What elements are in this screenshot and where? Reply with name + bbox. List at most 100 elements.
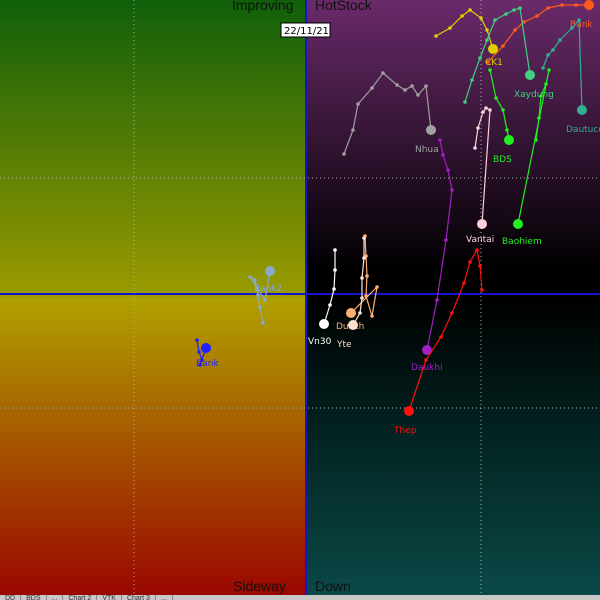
series-label: BDS [493,155,512,165]
series-label: Bank [196,359,219,369]
sheet-tab[interactable]: ... [156,595,173,600]
series-point [434,34,438,38]
series-point [479,16,483,20]
series-point [537,116,541,120]
series-label: Vantai [466,235,494,245]
series-point [364,294,368,298]
series-point [438,138,442,142]
series-point [478,56,482,60]
series-point [424,358,428,362]
series-label: Nhua [415,145,439,155]
sheet-tab[interactable]: Chart 2 [63,595,98,600]
series-point [546,53,550,57]
series-point [560,3,564,7]
series-point [463,100,467,104]
series-point [501,44,505,48]
series-head-point [477,219,487,229]
series-point [541,66,545,70]
series-point [534,138,538,142]
series-point [476,126,480,130]
series-point [473,146,477,150]
series-head-point [577,105,587,115]
series-head-point [584,0,594,10]
series-point [381,71,385,75]
series-point [416,93,420,97]
series-point [546,6,550,10]
series-point [488,108,492,112]
series-head-point [201,343,211,353]
series-point [475,248,479,252]
hotstock-down-background [306,0,600,600]
series-point [424,84,428,88]
date-label: 22/11/21 [284,26,329,37]
series-point [356,102,360,106]
series-head-point [348,320,358,330]
series-head-point [504,135,514,145]
series-point [570,26,574,30]
sheet-tab[interactable]: VTK [97,595,122,600]
series-point [375,285,379,289]
series-point [197,350,201,354]
series-point [444,238,448,242]
series-label: Dautuco [566,125,600,135]
series-head-point [404,406,414,416]
series-head-point [525,70,535,80]
series-head-point [488,44,498,54]
series-point [370,86,374,90]
series-point [261,321,265,325]
series-point [195,338,199,342]
series-point [258,305,262,309]
quadrant-label-hotstock: HotStock [315,0,373,13]
series-point [494,96,498,100]
quadrant-label-down: Down [315,578,351,594]
series-point [501,108,505,112]
series-point [470,78,474,82]
series-point [547,68,551,72]
sheet-tab[interactable]: BDS [21,595,47,600]
series-point [518,6,522,10]
series-point [253,278,257,282]
series-point [460,14,464,18]
series-point [478,264,482,268]
series-label: Bank2 [254,284,282,294]
series-point [468,8,472,12]
series-point [360,276,364,280]
series-point [485,28,489,32]
sheet-tab[interactable]: Chart 3 [122,595,156,600]
series-head-point [513,219,523,229]
series-point [480,288,484,292]
series-point [446,168,450,172]
series-point [485,38,489,42]
series-label: Vn30 [308,337,332,347]
series-head-point [319,319,329,329]
sheet-tabs-bar: DD BDS... Chart 2 VTK Chart 3... [0,595,600,600]
improving-sideway-background [0,0,306,600]
sheet-tab[interactable]: ... [47,595,64,600]
series-point [328,303,332,307]
series-head-point [346,308,356,318]
quadrant-label-improving: Improving [232,0,293,13]
series-point [558,38,562,42]
series-point [333,268,337,272]
series-point [435,298,439,302]
series-point [351,128,355,132]
series-point [403,88,407,92]
series-label: Thep [393,426,417,436]
series-point [370,314,374,318]
series-point [577,18,581,22]
series-point [512,8,516,12]
series-label: CK1 [485,58,503,68]
series-label: Xaydung [514,90,554,100]
series-point [450,188,454,192]
series-point [342,152,346,156]
series-point [362,236,366,240]
rrg-chart: Improving HotStock Sideway Down 22/11/21… [0,0,600,600]
series-point [395,83,399,87]
series-point [493,18,497,22]
series-point [544,82,548,86]
series-point [439,335,443,339]
series-point [362,256,366,260]
sheet-tab[interactable]: DD [0,595,22,600]
series-label: Daukhi [411,363,443,373]
series-point [574,3,578,7]
